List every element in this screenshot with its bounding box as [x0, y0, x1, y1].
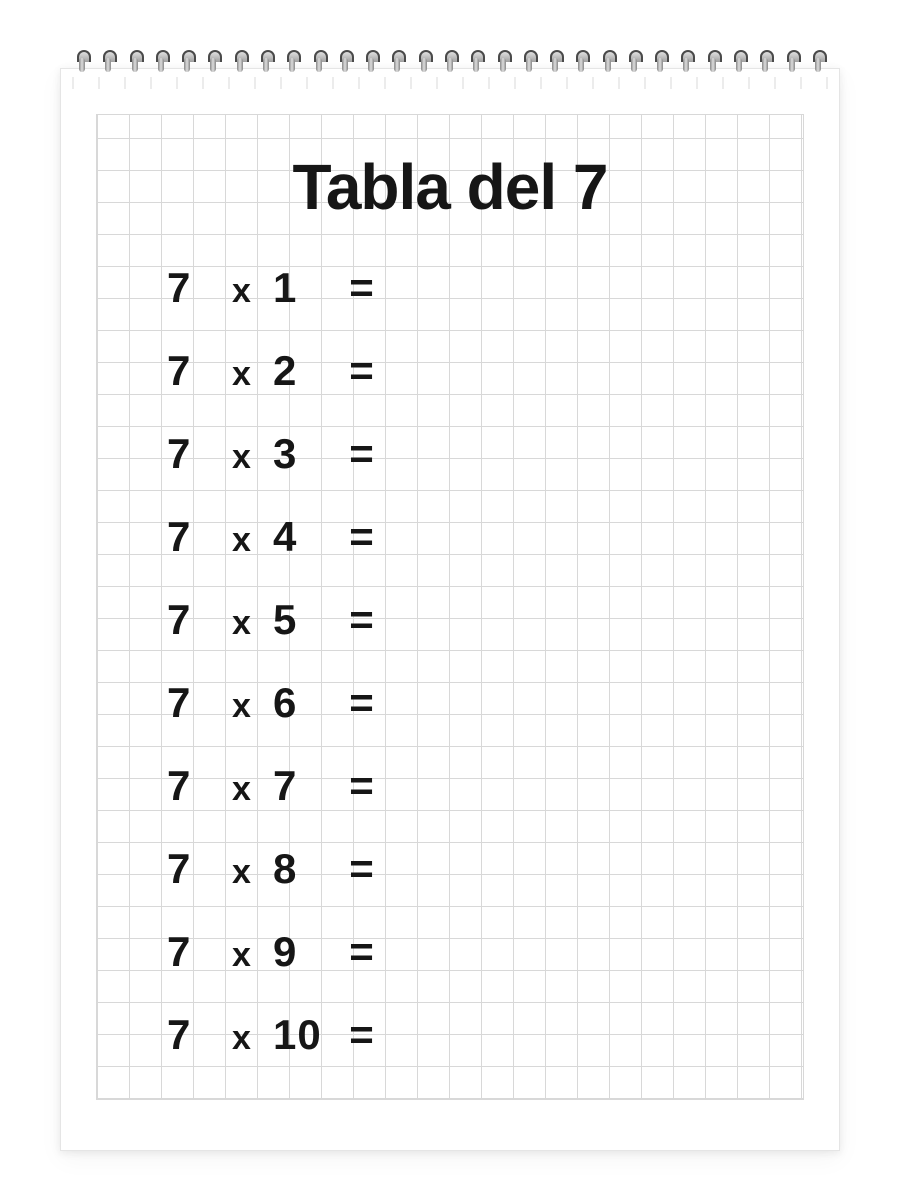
spiral-ring-icon [548, 50, 562, 76]
spiral-ring-icon [627, 50, 641, 76]
spiral-ring-icon [469, 50, 483, 76]
equals-sign: = [337, 513, 387, 561]
equals-sign: = [337, 845, 387, 893]
multiplier: 5 [267, 596, 337, 644]
multiplication-row: 7x6= [167, 679, 507, 727]
spiral-ring-icon [75, 50, 89, 76]
spiral-ring-icon [390, 50, 404, 76]
spiral-ring-icon [811, 50, 825, 76]
equals-sign: = [337, 347, 387, 395]
spiral-ring-icon [443, 50, 457, 76]
multiplier: 2 [267, 347, 337, 395]
spiral-ring-icon [312, 50, 326, 76]
multiplication-row: 7x3= [167, 430, 507, 478]
equals-sign: = [337, 762, 387, 810]
equals-sign: = [337, 430, 387, 478]
multiply-operator: x [217, 1019, 267, 1058]
multiplication-row: 7x10= [167, 1011, 507, 1059]
spiral-ring-icon [285, 50, 299, 76]
multiplier: 7 [267, 762, 337, 810]
multiplier: 1 [267, 264, 337, 312]
spiral-ring-icon [128, 50, 142, 76]
multiply-operator: x [217, 604, 267, 643]
notepad: Tabla del 7 7x1=7x2=7x3=7x4=7x5=7x6=7x7=… [60, 50, 840, 1151]
multiply-operator: x [217, 355, 267, 394]
multiplication-row: 7x4= [167, 513, 507, 561]
spiral-ring-icon [758, 50, 772, 76]
multiplier: 4 [267, 513, 337, 561]
multiply-operator: x [217, 687, 267, 726]
spiral-ring-icon [206, 50, 220, 76]
multiplicand: 7 [167, 845, 217, 893]
multiplicand: 7 [167, 679, 217, 727]
multiplicand: 7 [167, 762, 217, 810]
multiplier: 10 [267, 1011, 337, 1059]
spiral-ring-icon [233, 50, 247, 76]
multiplicand: 7 [167, 264, 217, 312]
multiplicand: 7 [167, 430, 217, 478]
spiral-ring-icon [154, 50, 168, 76]
equals-sign: = [337, 264, 387, 312]
spiral-ring-icon [601, 50, 615, 76]
spiral-ring-icon [180, 50, 194, 76]
spiral-ring-icon [522, 50, 536, 76]
multiplicand: 7 [167, 596, 217, 644]
multiplicand: 7 [167, 1011, 217, 1059]
spiral-ring-icon [364, 50, 378, 76]
spiral-ring-icon [706, 50, 720, 76]
spiral-ring-icon [785, 50, 799, 76]
multiplier: 8 [267, 845, 337, 893]
multiply-operator: x [217, 936, 267, 975]
multiplication-row: 7x9= [167, 928, 507, 976]
equals-sign: = [337, 928, 387, 976]
spiral-ring-icon [417, 50, 431, 76]
multiplication-row: 7x2= [167, 347, 507, 395]
spiral-ring-icon [653, 50, 667, 76]
multiplier: 3 [267, 430, 337, 478]
spiral-ring-icon [338, 50, 352, 76]
multiplicand: 7 [167, 347, 217, 395]
paper: Tabla del 7 7x1=7x2=7x3=7x4=7x5=7x6=7x7=… [60, 68, 840, 1151]
spiral-ring-icon [574, 50, 588, 76]
spiral-ring-icon [259, 50, 273, 76]
multiply-operator: x [217, 853, 267, 892]
multiplier: 9 [267, 928, 337, 976]
multiplicand: 7 [167, 928, 217, 976]
spiral-ring-icon [732, 50, 746, 76]
multiplicand: 7 [167, 513, 217, 561]
multiplication-row: 7x5= [167, 596, 507, 644]
spiral-ring-icon [496, 50, 510, 76]
multiply-operator: x [217, 770, 267, 809]
spiral-ring-icon [101, 50, 115, 76]
page-title: Tabla del 7 [292, 150, 607, 224]
grid-paper: Tabla del 7 7x1=7x2=7x3=7x4=7x5=7x6=7x7=… [96, 114, 804, 1100]
spiral-binding [60, 50, 840, 76]
multiplication-row: 7x1= [167, 264, 507, 312]
multiplication-row: 7x8= [167, 845, 507, 893]
multiplication-row: 7x7= [167, 762, 507, 810]
multiply-operator: x [217, 438, 267, 477]
multiplication-rows: 7x1=7x2=7x3=7x4=7x5=7x6=7x7=7x8=7x9=7x10… [117, 264, 783, 1059]
multiplier: 6 [267, 679, 337, 727]
equals-sign: = [337, 596, 387, 644]
equals-sign: = [337, 1011, 387, 1059]
spiral-ring-icon [679, 50, 693, 76]
equals-sign: = [337, 679, 387, 727]
multiply-operator: x [217, 272, 267, 311]
multiply-operator: x [217, 521, 267, 560]
